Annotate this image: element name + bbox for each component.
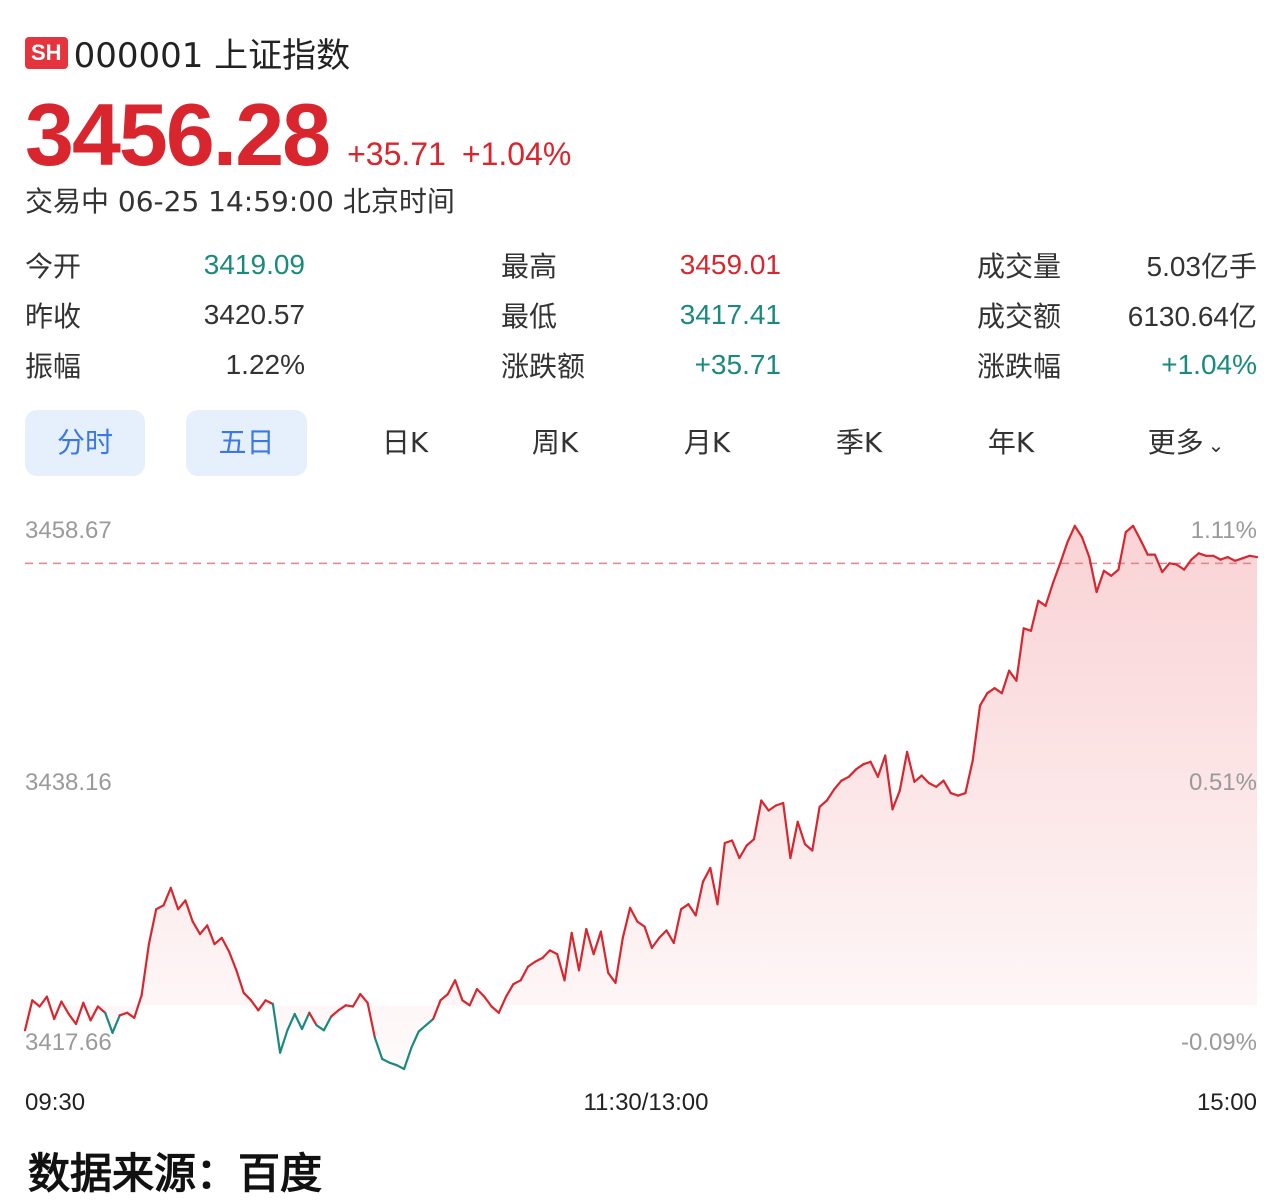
period-tabs: 分时 五日 日K 周K 月K 季K 年K 更多 ⌄ — [25, 410, 1257, 476]
price-change: +35.71 — [347, 136, 446, 172]
stat-label: 涨跌幅 — [977, 350, 1062, 383]
y-tick-right-top: 1.11% — [1191, 517, 1257, 544]
stat-label: 成交额 — [977, 300, 1062, 333]
stat-value: 3420.57 — [203, 299, 305, 330]
intraday-chart: 3458.67 3438.16 3417.66 1.11% 0.51% -0.0… — [23, 517, 1259, 1116]
tab-daily-k[interactable]: 日K — [345, 410, 465, 476]
stat-high: 最高 3459.01 — [501, 245, 781, 285]
trading-status: 交易中 06-25 14:59:00 北京时间 — [25, 185, 455, 218]
stat-value: 3419.09 — [203, 249, 305, 280]
stat-label: 今开 — [25, 250, 82, 283]
y-tick-right-mid: 0.51% — [1189, 769, 1257, 796]
x-tick-midday: 11:30/13:00 — [583, 1089, 708, 1116]
chart-area-fill — [25, 525, 1257, 1069]
current-price: 3456.28 — [25, 85, 331, 184]
stat-label: 最高 — [501, 250, 558, 283]
area-fill-path — [25, 525, 1257, 1069]
stat-label: 涨跌额 — [501, 350, 586, 383]
stat-value: +35.71 — [694, 349, 781, 380]
stat-low: 最低 3417.41 — [501, 295, 781, 335]
tab-intraday[interactable]: 分时 — [25, 410, 145, 476]
price-change-pct: +1.04% — [461, 136, 572, 172]
y-tick-left-mid: 3438.16 — [25, 769, 112, 796]
stat-label: 最低 — [501, 300, 558, 333]
stat-value: 1.22% — [225, 349, 305, 380]
y-tick-right-bottom: -0.09% — [1181, 1029, 1257, 1056]
price-line-segment — [1168, 562, 1178, 566]
tab-five-day[interactable]: 五日 — [186, 410, 307, 476]
price-line-segment — [1248, 554, 1259, 559]
quote-row: 3456.28 +35.71 +1.04% — [25, 84, 571, 186]
tab-weekly-k[interactable]: 周K — [495, 410, 615, 476]
stock-header: SH 000001 上证指数 — [25, 28, 350, 77]
stat-amplitude: 振幅 1.22% — [25, 345, 305, 385]
stat-label: 成交量 — [977, 250, 1062, 283]
stat-turnover: 成交额 6130.64亿 — [977, 295, 1257, 335]
stat-change-amount: 涨跌额 +35.71 — [501, 345, 781, 385]
tab-quarterly-k[interactable]: 季K — [799, 410, 919, 476]
tab-more[interactable]: 更多 ⌄ — [1115, 410, 1257, 476]
tab-monthly-k[interactable]: 月K — [647, 410, 767, 476]
stock-title: 000001 上证指数 — [73, 36, 351, 76]
stat-label: 昨收 — [25, 300, 82, 333]
stat-volume: 成交量 5.03亿手 — [977, 245, 1257, 285]
stats-row: 振幅 1.22% 涨跌额 +35.71 涨跌幅 +1.04% — [25, 340, 1257, 390]
stat-prev-close: 昨收 3420.57 — [25, 295, 305, 335]
stat-value: 3417.41 — [679, 299, 781, 330]
stat-value: 3459.01 — [679, 249, 781, 280]
chevron-down-icon: ⌄ — [1207, 433, 1225, 457]
exchange-badge: SH — [25, 36, 68, 69]
stat-value: 6130.64亿 — [1127, 301, 1257, 332]
y-tick-left-top: 3458.67 — [25, 517, 112, 544]
tab-yearly-k[interactable]: 年K — [951, 410, 1071, 476]
data-source-caption: 数据来源：百度 — [28, 1149, 323, 1198]
stats-row: 昨收 3420.57 最低 3417.41 成交额 6130.64亿 — [25, 290, 1257, 340]
x-tick-close: 15:00 — [1197, 1089, 1257, 1116]
stats-row: 今开 3419.09 最高 3459.01 成交量 5.03亿手 — [25, 240, 1257, 290]
stat-value: 5.03亿手 — [1146, 251, 1258, 282]
y-tick-left-bottom: 3417.66 — [25, 1029, 112, 1056]
stat-label: 振幅 — [25, 350, 82, 383]
tab-more-label: 更多 — [1147, 426, 1204, 459]
stat-open: 今开 3419.09 — [25, 245, 305, 285]
stat-value: +1.04% — [1161, 349, 1257, 380]
stats-grid: 今开 3419.09 最高 3459.01 成交量 5.03亿手 昨收 3420.57 … — [25, 240, 1257, 390]
x-tick-open: 09:30 — [25, 1089, 85, 1116]
stat-change-pct: 涨跌幅 +1.04% — [977, 345, 1257, 385]
